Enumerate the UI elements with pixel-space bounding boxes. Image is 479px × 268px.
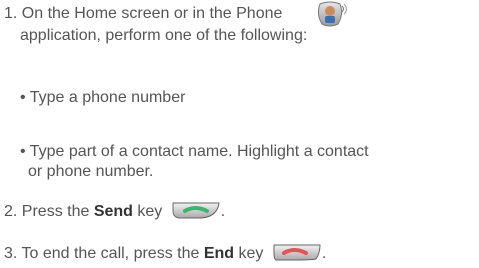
bullet-text-cont: or phone number. <box>28 163 154 180</box>
step-1-line-1: 1. On the Home screen or in the Phone <box>4 4 282 24</box>
step-1-line-2: application, perform one of the followin… <box>20 26 307 46</box>
step-3-tail: . <box>321 245 327 262</box>
step-3: 3. To end the call, press the End key . <box>4 244 326 264</box>
step-2-number: 2. <box>4 203 18 220</box>
step-1-number: 1. <box>4 5 18 22</box>
bullet-text: • Type a phone number <box>20 89 186 106</box>
bullet-type-number: • Type a phone number <box>20 88 185 108</box>
end-key-icon <box>273 244 321 261</box>
bullet-contact-line-1: • Type part of a contact name. Highlight… <box>20 142 369 162</box>
end-key-label: End <box>203 245 235 262</box>
send-key-label: Send <box>93 203 133 220</box>
step-2: 2. Press the Send key . <box>4 202 225 222</box>
bullet-text: • Type part of a contact name. Highlight… <box>20 143 369 160</box>
step-1-text-cont: application, perform one of the followin… <box>20 27 308 44</box>
step-1-text: On the Home screen or in the Phone <box>21 5 283 22</box>
step-2-prefix: Press the <box>21 203 94 220</box>
step-3-suffix: key <box>234 245 264 262</box>
step-2-tail: . <box>220 203 226 220</box>
bullet-contact-line-2: or phone number. <box>28 162 153 182</box>
send-key-icon <box>172 202 220 219</box>
phone-app-icon <box>317 1 348 27</box>
step-2-suffix: key <box>132 203 163 220</box>
step-3-number: 3. <box>4 245 18 262</box>
step-3-prefix: To end the call, press the <box>21 245 204 262</box>
